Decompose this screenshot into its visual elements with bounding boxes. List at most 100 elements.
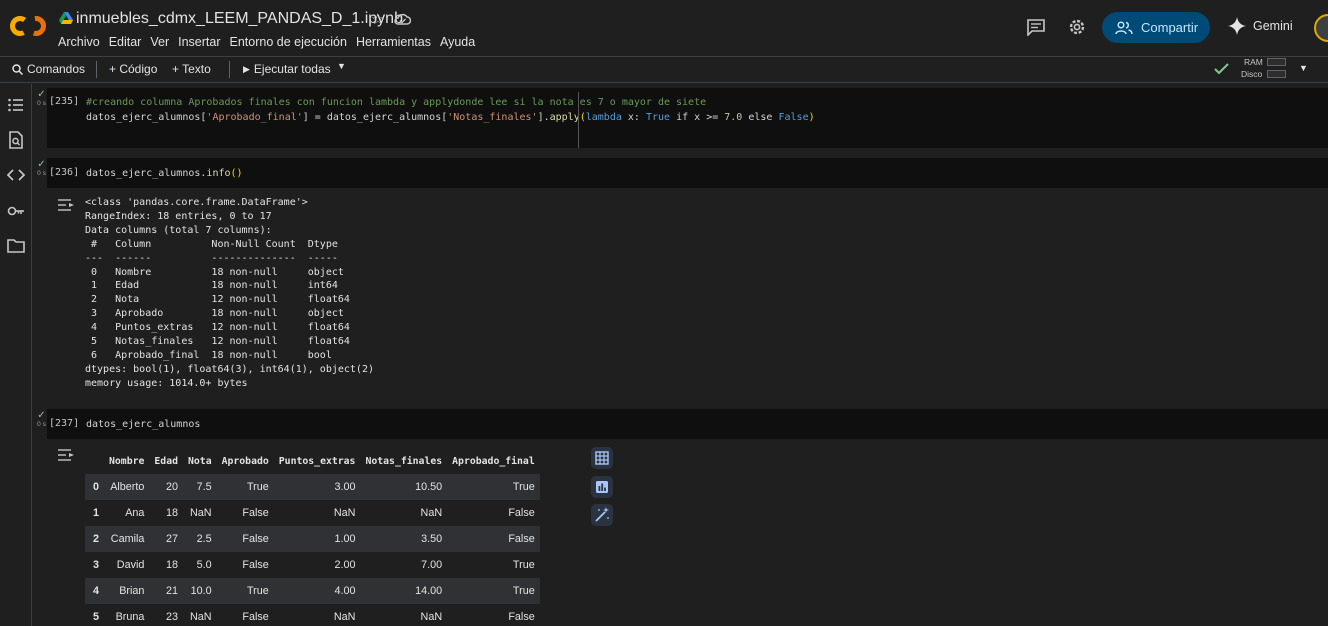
add-text-label: + Texto: [172, 62, 211, 76]
run-menu-chevron-icon[interactable]: ▼: [337, 61, 346, 71]
table-cell: 23: [165, 611, 178, 623]
output-line: 3 Aprobado 18 non-null object: [85, 308, 350, 320]
row-index: 3: [93, 559, 100, 571]
table-cell: False: [447, 526, 540, 552]
resources-chevron-icon[interactable]: ▼: [1299, 63, 1308, 73]
column-header: Nota: [188, 455, 212, 467]
share-label: Compartir: [1141, 20, 1199, 35]
output-line: memory usage: 1014.0+ bytes: [85, 377, 248, 389]
output-line: 6 Aprobado_final 18 non-null bool: [85, 349, 350, 361]
key-icon[interactable]: [7, 202, 25, 220]
table-cell: Bruna: [115, 611, 145, 623]
output-line: 1 Edad 18 non-null int64: [85, 280, 350, 292]
bar-chart-icon: [596, 481, 608, 493]
menu-insertar[interactable]: Insertar: [178, 35, 220, 49]
menu-ayuda[interactable]: Ayuda: [440, 35, 475, 49]
menu-herramientas[interactable]: Herramientas: [356, 35, 431, 49]
code-line-highlighted: datos_ejerc_alumnos['Aprobado_final'] = …: [86, 112, 815, 123]
code-editor[interactable]: [236] datos_ejerc_alumnos.info(): [47, 158, 1328, 188]
table-cell: 7.5: [183, 474, 217, 500]
table-body: 0 Alberto 20 7.5 True 3.00 10.50 True 1 Ana 18 NaN F…: [85, 474, 540, 626]
menu-entorno[interactable]: Entorno de ejecución: [230, 35, 347, 49]
table-of-contents-icon[interactable]: [7, 96, 25, 114]
output-line: 4 Puntos_extras 12 non-null float64: [85, 322, 350, 334]
add-code-label: + Código: [109, 62, 158, 76]
table-cell: David: [116, 559, 145, 571]
output-line: 5 Notas_finales 12 non-null float64: [85, 336, 350, 348]
table-row: 4 Brian 21 10.0 True 4.00 14.00 True: [85, 578, 540, 604]
run-all-button[interactable]: ▶ Ejecutar todas: [243, 62, 331, 76]
toolbar-divider: [96, 61, 97, 78]
menu-bar: Archivo Editar Ver Insertar Entorno de e…: [58, 35, 484, 49]
code-cell-237[interactable]: ✓ 0 s [237] datos_ejerc_alumnos: [33, 409, 1328, 439]
convert-to-interactive-button[interactable]: [591, 447, 613, 469]
table-cell: 14.00: [360, 578, 448, 604]
comment-icon[interactable]: [1026, 18, 1046, 36]
avatar[interactable]: [1314, 14, 1328, 42]
code-cell-235[interactable]: ✓ 0 s [235] #creando columna Aprobados f…: [33, 88, 1328, 148]
code-cell-236[interactable]: ✓ 0 s [236] datos_ejerc_alumnos.info(): [33, 158, 1328, 188]
code-snippets-icon[interactable]: [7, 166, 25, 184]
gemini-label: Gemini: [1253, 19, 1293, 33]
suggest-charts-button[interactable]: [591, 476, 613, 498]
find-icon[interactable]: [7, 131, 25, 149]
table-row: 5 Bruna 23 NaN False NaN NaN False: [85, 604, 540, 626]
output-line: Data columns (total 7 columns):: [85, 224, 272, 236]
output-line: # Column Non-Null Count Dtype: [85, 238, 350, 250]
code-editor[interactable]: [235] #creando columna Aprobados finales…: [47, 88, 1328, 148]
output-line: 0 Nombre 18 non-null object: [85, 266, 350, 278]
table-row: 3 David 18 5.0 False 2.00 7.00 True: [85, 552, 540, 578]
column-header: Puntos_extras: [278, 455, 356, 467]
table-cell: 18: [165, 559, 178, 571]
table-cell: NaN: [333, 507, 356, 519]
cloud-saved-icon[interactable]: [394, 12, 411, 26]
disk-label: Disco: [1241, 69, 1263, 79]
table-cell: False: [242, 611, 269, 623]
output-toggle-icon[interactable]: [57, 198, 75, 212]
play-icon: ▶: [243, 63, 250, 74]
table-cell: False: [216, 526, 274, 552]
star-icon[interactable]: ☆: [371, 10, 384, 28]
table-cell: Ana: [125, 507, 145, 519]
add-code-button[interactable]: + Código: [109, 62, 157, 76]
dataframe-output: Nombre Edad Nota Aprobado Puntos_extras Notas…: [85, 448, 540, 626]
disk-bar: [1267, 70, 1286, 78]
table-icon: [595, 451, 609, 465]
info-output: <class 'pandas.core.frame.DataFrame'> Ran…: [85, 196, 374, 391]
table-cell: NaN: [420, 611, 443, 623]
output-toggle-icon[interactable]: [57, 448, 75, 462]
row-index: 2: [85, 526, 105, 552]
menu-ver[interactable]: Ver: [150, 35, 169, 49]
app-header: inmuebles_cdmx_LEEM_PANDAS_D_1.ipynb ☆ A…: [0, 0, 1328, 56]
row-index: 1: [93, 507, 100, 519]
table-cell: 1.00: [273, 526, 361, 552]
colab-logo-icon[interactable]: [10, 12, 46, 40]
add-text-button[interactable]: + Texto: [172, 62, 211, 76]
menu-editar[interactable]: Editar: [109, 35, 142, 49]
table-cell: 5.0: [196, 559, 212, 571]
folder-icon[interactable]: [7, 237, 25, 255]
code-editor[interactable]: [237] datos_ejerc_alumnos: [47, 409, 1328, 439]
output-line: dtypes: bool(1), float64(3), int64(1), o…: [85, 363, 374, 375]
commands-button[interactable]: Comandos: [12, 62, 85, 76]
output-line: 2 Nota 12 non-null float64: [85, 294, 350, 306]
notebook-title[interactable]: inmuebles_cdmx_LEEM_PANDAS_D_1.ipynb: [76, 10, 403, 28]
table-row: 0 Alberto 20 7.5 True 3.00 10.50 True: [85, 474, 540, 500]
people-icon: [1115, 20, 1133, 34]
notebook-toolbar: Comandos + Código + Texto ▶ Ejecutar tod…: [0, 56, 1328, 83]
generate-code-button[interactable]: [591, 504, 613, 526]
output-line: --- ------ -------------- -----: [85, 252, 350, 264]
gemini-button[interactable]: Gemini: [1228, 17, 1293, 35]
table-cell: 3.00: [273, 474, 361, 500]
left-sidebar: [0, 84, 32, 626]
gear-icon[interactable]: [1067, 17, 1087, 37]
table-cell: 21: [149, 578, 183, 604]
drive-icon: [59, 12, 73, 24]
table-cell: 18: [165, 507, 178, 519]
share-button[interactable]: Compartir: [1102, 12, 1210, 43]
menu-archivo[interactable]: Archivo: [58, 35, 100, 49]
table-cell: True: [447, 578, 540, 604]
table-cell: Alberto: [104, 474, 150, 500]
table-cell: NaN: [189, 611, 212, 623]
table-cell: False: [508, 507, 535, 519]
